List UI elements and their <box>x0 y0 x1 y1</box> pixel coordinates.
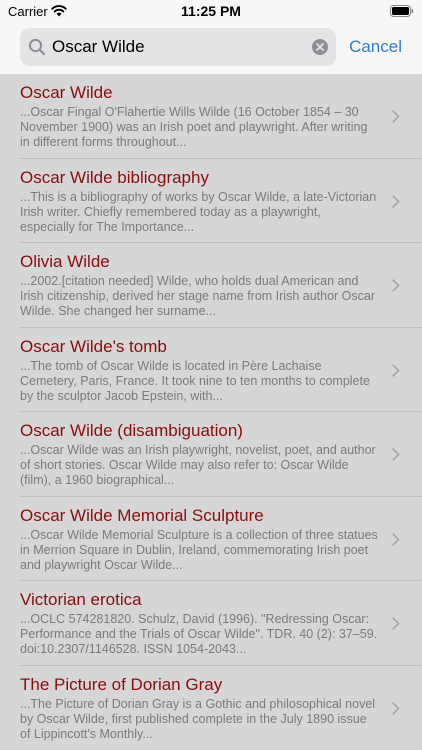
result-snippet: ...Oscar Fingal O'Flahertie Wills Wilde … <box>20 105 368 149</box>
battery-icon <box>390 5 414 17</box>
search-bar: Oscar Wilde Cancel <box>0 28 422 66</box>
result-snippet: ...The tomb of Oscar Wilde is located in… <box>20 358 370 403</box>
result-item[interactable]: The Picture of Dorian Gray ...The Pictur… <box>0 666 422 750</box>
search-screen: Carrier 11:25 PM Oscar Wilde Cancel Osca… <box>0 0 422 750</box>
result-item[interactable]: Olivia Wilde ...2002.[citation needed] W… <box>0 243 422 328</box>
result-snippet: ...Oscar Wilde was an Irish playwright, … <box>20 443 376 487</box>
result-title: Oscar Wilde <box>20 83 113 102</box>
result-title: The Picture of Dorian Gray <box>20 674 223 694</box>
result-item[interactable]: Oscar Wilde bibliography ...This is a bi… <box>0 159 422 244</box>
result-snippet: ...Oscar Wilde Memorial Sculpture is a c… <box>20 527 378 572</box>
cancel-button[interactable]: Cancel <box>349 37 402 57</box>
result-title: Oscar Wilde bibliography <box>20 167 209 187</box>
result-title: Oscar Wilde (disambiguation) <box>20 421 243 440</box>
chevron-right-icon <box>392 448 400 461</box>
result-snippet: ...The Picture of Dorian Gray is a Gothi… <box>20 696 376 741</box>
chevron-right-icon <box>392 110 400 123</box>
chevron-right-icon <box>392 532 400 546</box>
chevron-right-icon <box>392 194 400 208</box>
results-list: Oscar Wilde ...Oscar Fingal O'Flahertie … <box>0 74 422 750</box>
result-item[interactable]: Oscar Wilde ...Oscar Fingal O'Flahertie … <box>0 74 422 159</box>
chevron-right-icon <box>392 701 400 715</box>
result-title: Oscar Wilde Memorial Sculpture <box>20 505 264 525</box>
result-item[interactable]: Victorian erotica ...OCLC 574281820. Sch… <box>0 581 422 666</box>
result-snippet: ...OCLC 574281820. Schulz, David (1996).… <box>20 612 378 656</box>
search-icon <box>28 38 46 56</box>
result-title: Victorian erotica <box>20 590 142 609</box>
result-title: Olivia Wilde <box>20 252 110 271</box>
clear-icon[interactable] <box>311 38 329 56</box>
header: Carrier 11:25 PM Oscar Wilde Cancel <box>0 0 422 74</box>
search-input[interactable]: Oscar Wilde <box>20 28 336 66</box>
result-item[interactable]: Oscar Wilde Memorial Sculpture ...Oscar … <box>0 497 422 582</box>
result-snippet: ...2002.[citation needed] Wilde, who hol… <box>20 274 376 318</box>
status-bar: Carrier 11:25 PM <box>0 0 422 24</box>
clock: 11:25 PM <box>181 3 241 19</box>
search-query[interactable]: Oscar Wilde <box>52 37 145 57</box>
result-item[interactable]: Oscar Wilde's tomb ...The tomb of Oscar … <box>0 328 422 413</box>
chevron-right-icon <box>392 279 400 292</box>
chevron-right-icon <box>392 363 400 377</box>
result-snippet: ...This is a bibliography of works by Os… <box>20 189 377 234</box>
chevron-right-icon <box>392 617 400 630</box>
result-item[interactable]: Oscar Wilde (disambiguation) ...Oscar Wi… <box>0 412 422 497</box>
result-title: Oscar Wilde's tomb <box>20 336 167 356</box>
